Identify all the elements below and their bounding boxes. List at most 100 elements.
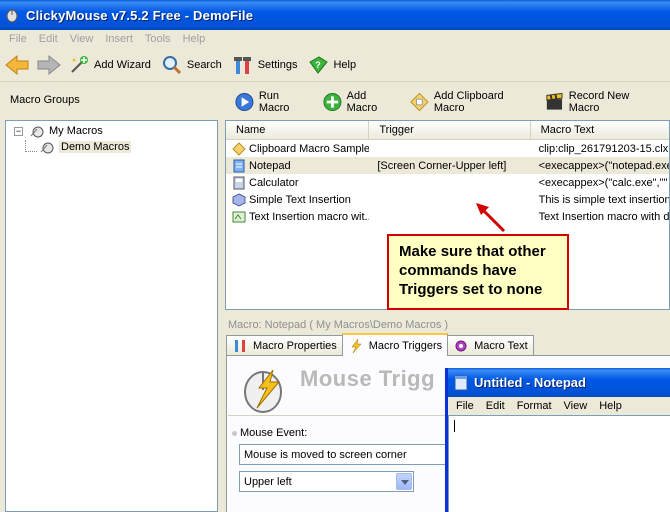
column-header-name[interactable]: Name [226, 121, 370, 139]
menu-file[interactable]: File [3, 33, 33, 45]
menu-edit[interactable]: Edit [33, 33, 64, 45]
search-icon [162, 55, 181, 74]
list-item[interactable]: Calculator <execappex>("calc.exe","" [226, 174, 669, 191]
vertical-splitter[interactable] [218, 82, 224, 512]
window-title: ClickyMouse v7.5.2 Free - DemoFile [26, 7, 254, 23]
lightning-icon [351, 338, 362, 353]
notepad-title-bar[interactable]: Untitled - Notepad [448, 368, 670, 397]
notepad-menu-edit[interactable]: Edit [480, 400, 511, 412]
macro-text: This is simple text insertion n [538, 193, 669, 206]
record-new-macro-button[interactable]: Record New Macro [544, 90, 658, 114]
notepad-text-area[interactable] [448, 415, 670, 512]
svg-text:?: ? [316, 60, 322, 70]
list-header: Name Trigger Macro Text [226, 121, 669, 140]
triggers-panel-title: Mouse Trigg [300, 366, 436, 391]
tree-node-my-macros[interactable]: − My Macros [14, 124, 103, 138]
notepad-menu-bar: File Edit Format View Help [448, 397, 670, 415]
menu-tools[interactable]: Tools [139, 33, 177, 45]
run-macro-button[interactable]: Run Macro [234, 90, 310, 114]
mouse-trigger-icon [244, 369, 282, 413]
mouse-folder-icon [40, 142, 54, 154]
add-macro-label: Add Macro [346, 90, 378, 114]
help-book-icon: ? [309, 55, 329, 74]
notepad-menu-view[interactable]: View [558, 400, 594, 412]
tab-macro-triggers[interactable]: Macro Triggers [341, 333, 449, 356]
list-item[interactable]: Clipboard Macro Sample clip:clip_2617912… [226, 140, 669, 157]
text-macro-icon [232, 211, 246, 222]
column-header-trigger[interactable]: Trigger [369, 121, 531, 139]
tree-node-demo-macros[interactable]: Demo Macros [39, 140, 132, 154]
help-button[interactable]: ? Help [307, 54, 356, 76]
menu-bar: File Edit View Insert Tools Help [0, 30, 670, 48]
notepad-menu-file[interactable]: File [450, 400, 480, 412]
clipboard-icon [232, 141, 246, 156]
notepad-window[interactable]: Untitled - Notepad File Edit Format View… [445, 368, 670, 512]
text-caret [454, 420, 455, 432]
callout-note: Make sure that other commands have Trigg… [387, 234, 569, 310]
macro-groups-tree[interactable]: − My Macros Demo Macros [5, 120, 218, 512]
record-new-macro-label: Record New Macro [568, 90, 630, 114]
add-wizard-button[interactable]: Add Wizard [68, 54, 151, 76]
column-header-macro-text[interactable]: Macro Text [531, 121, 669, 139]
macro-text: <execappex>("notepad.exe [538, 159, 669, 172]
run-macro-label: Run Macro [258, 90, 290, 114]
macro-text: <execappex>("calc.exe","" [538, 176, 668, 189]
tab-macro-properties[interactable]: Macro Properties [226, 335, 343, 355]
notepad-icon [454, 375, 468, 390]
menu-insert[interactable]: Insert [99, 33, 139, 45]
search-button[interactable]: Search [161, 54, 222, 76]
wizard-wand-icon [71, 55, 88, 73]
add-clipboard-macro-label: Add Clipboard Macro [433, 90, 504, 114]
add-wizard-label: Add Wizard [94, 58, 151, 71]
corner-select-value: Upper left [244, 476, 292, 488]
macro-name: Clipboard Macro Sample [249, 142, 370, 155]
mouse-event-field[interactable]: Mouse is moved to screen corner [239, 444, 449, 465]
tree-connector [25, 151, 37, 152]
menu-help[interactable]: Help [177, 33, 212, 45]
settings-label: Settings [257, 58, 298, 71]
macro-trigger: [Screen Corner-Upper left] [377, 159, 507, 172]
tab-label: Macro Triggers [368, 339, 443, 352]
list-item[interactable]: Text Insertion macro wit... Text Inserti… [226, 208, 669, 225]
back-arrow-icon[interactable] [4, 53, 30, 77]
mouse-folder-icon [30, 126, 44, 138]
title-bar[interactable]: ClickyMouse v7.5.2 Free - DemoFile [0, 0, 670, 30]
notepad-menu-help[interactable]: Help [593, 400, 628, 412]
macro-tabs: Macro Properties Macro Triggers Macro Te… [226, 333, 670, 356]
cube-icon [232, 192, 246, 207]
chevron-down-icon[interactable] [396, 473, 412, 490]
corner-select[interactable]: Upper left [239, 471, 414, 492]
macro-name: Calculator [249, 176, 299, 189]
bullet-icon [232, 430, 237, 436]
settings-tools-icon [235, 339, 245, 352]
help-label: Help [333, 58, 357, 71]
clipboard-icon [410, 92, 429, 112]
macro-text: Text Insertion macro with da [538, 210, 669, 223]
settings-button[interactable]: Settings [232, 54, 298, 76]
clapperboard-icon [546, 92, 563, 110]
main-toolbar: Add Wizard Search Settings ? Help [0, 48, 670, 82]
tab-macro-text[interactable]: Macro Text [447, 335, 534, 355]
macro-info-label: Macro: Notepad ( My Macros\Demo Macros ) [228, 319, 449, 331]
add-clipboard-macro-button[interactable]: Add Clipboard Macro [409, 90, 532, 114]
collapse-toggle-icon[interactable]: − [14, 126, 23, 136]
list-item[interactable]: Notepad [Screen Corner-Upper left] <exec… [226, 157, 669, 174]
macro-toolbar: Run Macro Add Macro Add Clipboard Macro … [224, 84, 670, 120]
notepad-icon [233, 159, 245, 172]
macro-groups-header: Macro Groups [0, 86, 220, 120]
search-label: Search [186, 58, 222, 71]
mouse-event-label-text: Mouse Event: [240, 427, 308, 439]
play-icon [235, 92, 254, 112]
notepad-menu-format[interactable]: Format [511, 400, 558, 412]
forward-arrow-icon[interactable] [36, 53, 62, 77]
tree-label-demo-macros: Demo Macros [59, 141, 132, 153]
menu-view[interactable]: View [64, 33, 100, 45]
tab-label: Macro Properties [253, 339, 337, 352]
gear-icon [455, 340, 467, 351]
tree-label-my-macros: My Macros [49, 125, 103, 137]
list-item[interactable]: Simple Text Insertion This is simple tex… [226, 191, 669, 208]
add-plus-icon [323, 92, 342, 112]
notepad-title: Untitled - Notepad [474, 375, 586, 390]
settings-tools-icon [233, 56, 251, 74]
add-macro-button[interactable]: Add Macro [322, 90, 397, 114]
